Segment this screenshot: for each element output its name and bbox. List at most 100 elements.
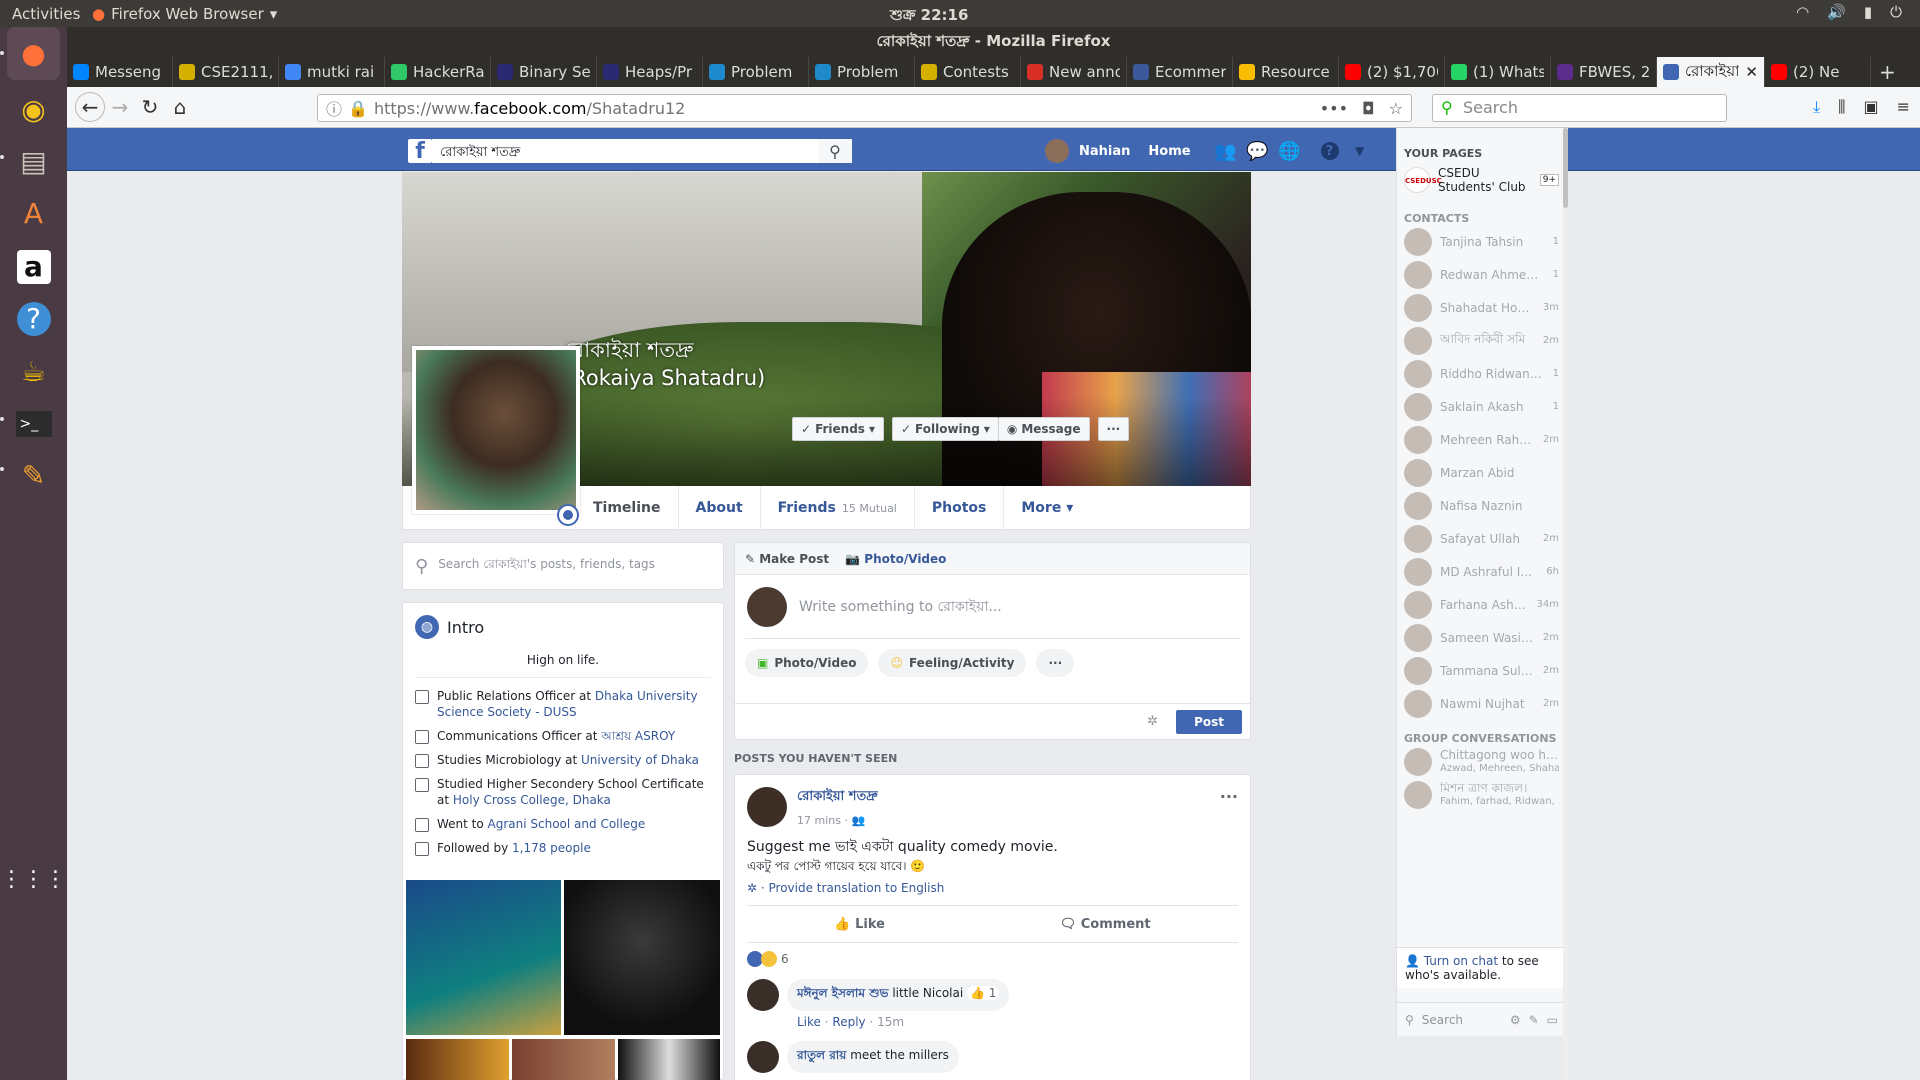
browser-tab[interactable]: Heaps/Pr	[597, 57, 703, 87]
gear-icon[interactable]: ⚙	[1510, 1013, 1521, 1027]
library-icon[interactable]: ⫼	[1838, 97, 1845, 117]
contact-item[interactable]: Saklain Akash 1	[1397, 390, 1566, 423]
photo-thumbnail[interactable]	[406, 1039, 509, 1080]
terminal-launcher-icon[interactable]: >_	[7, 397, 60, 450]
url-bar[interactable]: ⓘ 🔒 https://www. facebook.com/Shatadru12 …	[317, 94, 1412, 122]
browser-tab[interactable]: Problem	[809, 57, 915, 87]
lock-icon[interactable]: 🔒	[348, 99, 368, 118]
expand-icon[interactable]: ▭	[1547, 1013, 1558, 1027]
intro-item-link[interactable]: 1,178 people	[512, 841, 591, 855]
reactions-summary[interactable]: 6	[735, 943, 1250, 975]
facebook-logo-icon[interactable]: f	[408, 139, 432, 164]
account-menu-chevron-icon[interactable]: ▼	[1349, 140, 1371, 162]
contact-item[interactable]: Tammana Sultana 2m	[1397, 654, 1566, 687]
intro-item-link[interactable]: আশ্রয় ASROY	[601, 729, 675, 743]
nav-home-link[interactable]: Home	[1148, 144, 1190, 159]
home-button[interactable]: ⌂	[165, 92, 195, 122]
forward-button[interactable]: →	[105, 92, 135, 122]
translate-link[interactable]: ✲ · Provide translation to English	[735, 875, 1250, 905]
files-launcher-icon[interactable]: ▤	[7, 135, 60, 188]
user-avatar[interactable]	[1045, 139, 1069, 163]
browser-tab[interactable]: Ecommer	[1127, 57, 1233, 87]
profile-name[interactable]: রোকাইয়া শতদ্রু (Rokaiya Shatadru)	[564, 336, 765, 392]
browser-tab[interactable]: (2) Ne	[1765, 57, 1871, 87]
commenter-avatar[interactable]	[747, 1041, 779, 1073]
commenter-avatar[interactable]	[747, 979, 779, 1011]
intro-item-link[interactable]: University of Dhaka	[581, 753, 699, 767]
post-button[interactable]: Post	[1176, 709, 1242, 734]
rhythmbox-launcher-icon[interactable]: ◉	[7, 83, 60, 136]
photo-video-pill-button[interactable]: ▣ Photo/Video	[745, 649, 869, 677]
friend-requests-icon[interactable]: 👥	[1214, 140, 1236, 162]
post-author-name[interactable]: রোকাইয়া শতদ্রু	[797, 787, 878, 808]
search-profile-posts-input[interactable]: ⚲ Search রোকাইয়া's posts, friends, tags	[402, 542, 724, 590]
browser-search-input[interactable]: ⚲ Search	[1432, 94, 1727, 122]
profile-tab-timeline[interactable]: Timeline	[575, 486, 678, 530]
bookmark-star-icon[interactable]: ☆	[1389, 99, 1403, 118]
help-launcher-icon[interactable]: ?	[7, 292, 60, 345]
contact-item[interactable]: আবিদ নকিবী সমি 2m	[1397, 324, 1566, 357]
browser-tab[interactable]: Resource	[1233, 57, 1339, 87]
contact-item[interactable]: MD Ashraful Islam 6h	[1397, 555, 1566, 588]
contact-item[interactable]: Redwan Ahmed Riz... 1	[1397, 258, 1566, 291]
group-conversation-item[interactable]: Chittagong woo hooAzwad, Mehreen, Shahad…	[1397, 745, 1566, 778]
browser-tab[interactable]: Messeng	[67, 57, 173, 87]
messages-icon[interactable]: 💬	[1246, 140, 1268, 162]
browser-tab[interactable]: New anno	[1021, 57, 1127, 87]
browser-tab[interactable]: HackerRa	[385, 57, 491, 87]
browser-tab[interactable]: (2) $1,700	[1339, 57, 1445, 87]
photo-thumbnail[interactable]	[564, 880, 720, 1035]
close-tab-icon[interactable]: ✕	[1745, 63, 1758, 81]
sidebar-icon[interactable]: ▣	[1863, 97, 1878, 117]
commenter-name[interactable]: রাতুল রায়	[797, 1048, 846, 1062]
browser-tab[interactable]: (1) Whats	[1445, 57, 1551, 87]
photo-video-tab[interactable]: 📷 Photo/Video	[845, 552, 946, 566]
contact-item[interactable]: Safayat Ullah 2m	[1397, 522, 1566, 555]
friends-button[interactable]: ✓ Friends ▾	[792, 417, 884, 441]
contact-item[interactable]: Tanjina Tahsin 1	[1397, 225, 1566, 258]
help-icon[interactable]: ?	[1320, 142, 1339, 160]
feeling-activity-pill-button[interactable]: ☺ Feeling/Activity	[878, 649, 1027, 677]
contact-item[interactable]: Riddho Ridwanul Ha... 1	[1397, 357, 1566, 390]
window-titlebar[interactable]: রোকাইয়া শতদ্রু - Mozilla Firefox	[67, 27, 1920, 56]
post-options-icon[interactable]: ···	[1220, 787, 1238, 806]
info-icon[interactable]: ⓘ	[326, 96, 342, 120]
app-menu[interactable]: ● Firefox Web Browser ▾	[92, 5, 277, 23]
contact-item[interactable]: Shahadat Hossain ... 3m	[1397, 291, 1566, 324]
activities-button[interactable]: Activities	[0, 5, 92, 23]
text-editor-launcher-icon[interactable]: ✎	[7, 449, 60, 502]
firefox-launcher-icon[interactable]: ●	[7, 27, 60, 80]
comment-like-badge[interactable]: 👍 1	[967, 986, 1000, 1000]
profile-tab-friends[interactable]: Friends 15 Mutual	[759, 486, 914, 530]
profile-picture[interactable]	[412, 346, 580, 514]
more-options-button[interactable]: ···	[1097, 417, 1130, 441]
like-button[interactable]: 👍 Like	[834, 917, 885, 932]
browser-tab[interactable]: রোকাইয়া ✕	[1657, 57, 1765, 87]
downloads-icon[interactable]: ⤓	[1813, 97, 1820, 117]
comment-button[interactable]: 🗨 Comment	[1060, 917, 1151, 932]
facebook-search-input[interactable]: রোকাইয়া শতদ্রু ⚲	[432, 139, 852, 163]
scrollbar-thumb[interactable]	[1563, 128, 1568, 208]
comment-reply-link[interactable]: Reply	[832, 1015, 865, 1029]
photo-thumbnail[interactable]	[512, 1039, 615, 1080]
contact-item[interactable]: Nawmi Nujhat 2m	[1397, 687, 1566, 720]
browser-tab[interactable]: Binary Se	[491, 57, 597, 87]
new-tab-button[interactable]: +	[1871, 57, 1904, 87]
make-post-tab[interactable]: ✎ Make Post	[745, 552, 829, 566]
back-button[interactable]: ←	[75, 92, 105, 122]
nav-user-link[interactable]: Nahian	[1079, 144, 1130, 159]
turn-on-chat-link[interactable]: Turn on chat	[1424, 954, 1498, 968]
contact-item[interactable]: Mehreen Rahman R... 2m	[1397, 423, 1566, 456]
browser-tab[interactable]: CSE2111,	[173, 57, 279, 87]
audience-gear-icon[interactable]: ✲	[1147, 714, 1158, 729]
new-message-icon[interactable]: ✎	[1529, 1013, 1539, 1027]
page-item[interactable]: CSEDUSC CSEDU Students' Club 9+	[1397, 160, 1566, 200]
message-button[interactable]: ◉ Message	[997, 417, 1090, 441]
amazon-launcher-icon[interactable]: a	[7, 240, 60, 293]
browser-tab[interactable]: FBWES, 2	[1551, 57, 1657, 87]
intro-item-link[interactable]: Holy Cross College, Dhaka	[453, 793, 611, 807]
profile-tab-more[interactable]: More ▾	[1003, 486, 1090, 530]
contact-item[interactable]: Marzan Abid	[1397, 456, 1566, 489]
browser-tab[interactable]: Contests	[915, 57, 1021, 87]
post-timestamp[interactable]: 17 mins ·	[797, 814, 848, 827]
